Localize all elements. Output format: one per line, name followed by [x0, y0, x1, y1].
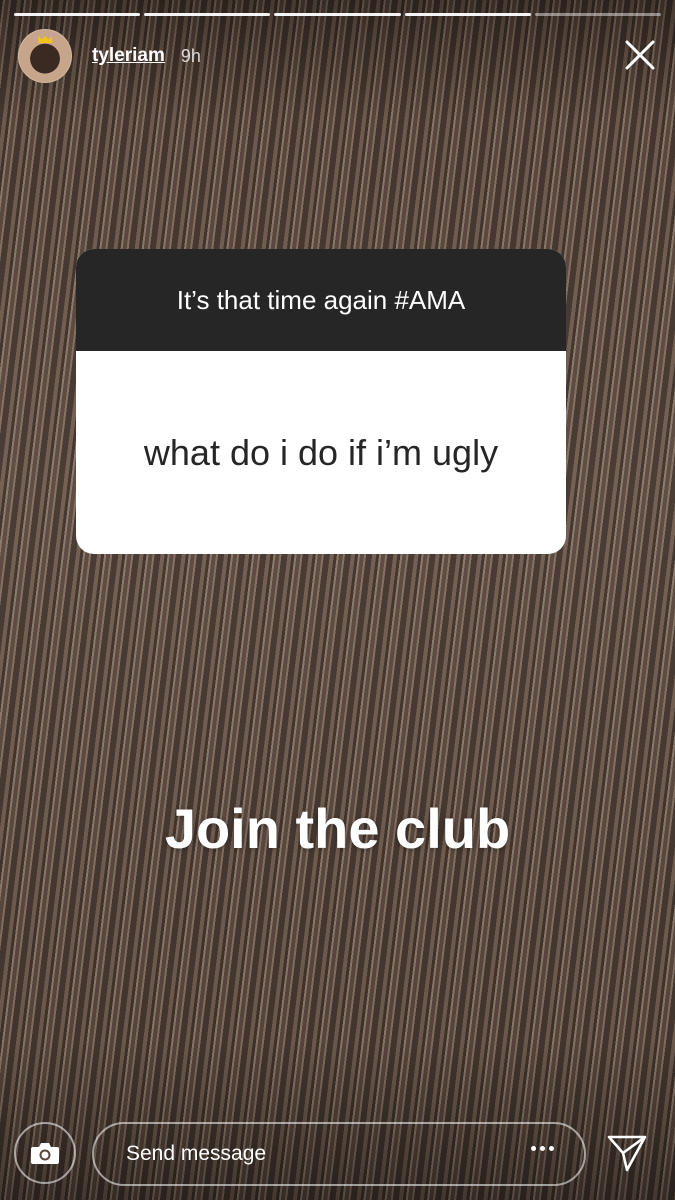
send-message-input[interactable] [124, 1141, 508, 1167]
progress-segment [404, 13, 531, 16]
question-sticker[interactable]: It’s that time again #AMA what do i do i… [76, 249, 566, 554]
more-dots-icon[interactable] [531, 1146, 554, 1151]
message-box[interactable] [92, 1122, 586, 1186]
dot [531, 1146, 536, 1151]
story-progress-bar [14, 13, 662, 16]
progress-segment [144, 13, 271, 16]
question-prompt: It’s that time again #AMA [76, 249, 566, 351]
camera-button[interactable] [14, 1122, 76, 1184]
close-icon[interactable] [623, 38, 657, 72]
send-icon[interactable] [606, 1132, 648, 1174]
question-text: what do i do if i’m ugly [143, 431, 499, 473]
dot [540, 1146, 545, 1151]
story-header: tyleriam 9h [18, 28, 201, 84]
story-caption: Join the club [164, 797, 511, 860]
progress-segment [274, 13, 401, 16]
camera-icon [31, 1143, 59, 1164]
avatar[interactable] [18, 29, 72, 83]
username-link[interactable]: tyleriam [92, 45, 165, 67]
dot [549, 1146, 554, 1151]
progress-segment [14, 13, 141, 16]
crown-icon [38, 36, 52, 43]
post-time: 9h [180, 45, 201, 66]
progress-segment [534, 13, 662, 16]
